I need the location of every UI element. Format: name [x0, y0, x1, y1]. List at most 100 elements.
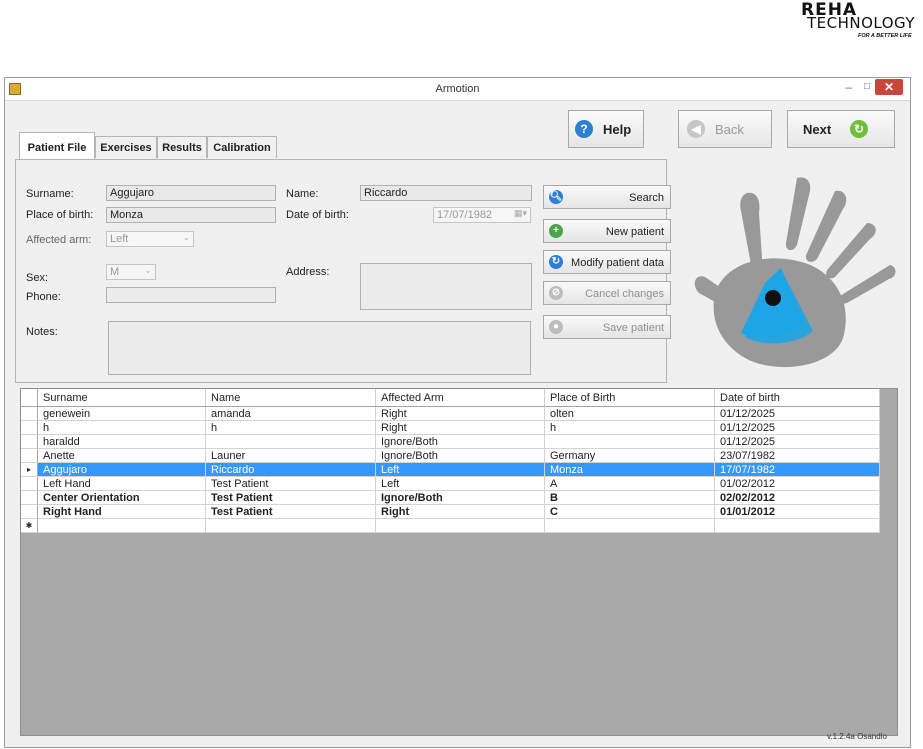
back-button[interactable]: ◀ Back: [678, 110, 772, 148]
modify-label: Modify patient data: [571, 257, 664, 269]
table-row[interactable]: h h Right h 01/12/2025: [21, 420, 880, 435]
table-cell[interactable]: [544, 434, 715, 449]
name-field[interactable]: Riccardo: [360, 185, 532, 201]
palm-dot: [765, 290, 781, 306]
table-cell[interactable]: [714, 518, 880, 533]
next-button[interactable]: Next ↻: [787, 110, 895, 148]
col-name[interactable]: Name: [205, 389, 376, 407]
modify-patient-button[interactable]: ↻ Modify patient data: [543, 250, 671, 274]
table-cell[interactable]: Left: [375, 476, 545, 491]
table-cell[interactable]: 01/12/2025: [714, 406, 880, 421]
minimize-button[interactable]: –: [841, 81, 857, 95]
table-cell[interactable]: Right: [375, 406, 545, 421]
table-cell[interactable]: 01/12/2025: [714, 420, 880, 435]
table-cell[interactable]: Test Patient: [205, 504, 376, 519]
arm-select[interactable]: Left ⌄: [106, 231, 194, 247]
table-cell[interactable]: h: [205, 420, 376, 435]
table-cell[interactable]: 01/02/2012: [714, 476, 880, 491]
row-header-corner: [21, 389, 38, 407]
patient-table: Surname Name Affected Arm Place of Birth…: [20, 388, 898, 736]
table-cell[interactable]: h: [544, 420, 715, 435]
table-cell[interactable]: A: [544, 476, 715, 491]
table-row[interactable]: Left Hand Test Patient Left A 01/02/2012: [21, 476, 880, 491]
table-row[interactable]: Center Orientation Test Patient Ignore/Bot…: [21, 490, 880, 505]
table-cell[interactable]: [205, 434, 376, 449]
table-cell[interactable]: olten: [544, 406, 715, 421]
close-button[interactable]: ✕: [875, 79, 903, 95]
row-header[interactable]: [21, 504, 38, 519]
phone-field[interactable]: [106, 287, 276, 303]
tab-calibration[interactable]: Calibration: [207, 136, 277, 158]
row-header[interactable]: [21, 420, 38, 435]
notes-field[interactable]: [108, 321, 531, 375]
table-row[interactable]: Anette Launer Ignore/Both Germany 23/07/1982: [21, 448, 880, 463]
table-cell[interactable]: Ignore/Both: [375, 434, 545, 449]
col-surname[interactable]: Surname: [37, 389, 206, 407]
table-cell[interactable]: Left: [375, 462, 545, 477]
dob-picker[interactable]: 17/07/1982 ▦▾: [433, 207, 531, 223]
table-cell[interactable]: Anette: [37, 448, 206, 463]
sex-select[interactable]: M ⌄: [106, 264, 156, 280]
new-patient-button[interactable]: + New patient: [543, 219, 671, 243]
save-patient-button[interactable]: ● Save patient: [543, 315, 671, 339]
address-field[interactable]: [360, 263, 532, 310]
row-header[interactable]: [21, 490, 38, 505]
table-cell[interactable]: 17/07/1982: [714, 462, 880, 477]
table-cell[interactable]: haraldd: [37, 434, 206, 449]
maximize-button[interactable]: □: [859, 81, 875, 95]
table-cell[interactable]: Test Patient: [205, 476, 376, 491]
table-cell[interactable]: 23/07/1982: [714, 448, 880, 463]
table-cell[interactable]: Aggujaro: [37, 462, 206, 477]
tab-results[interactable]: Results: [157, 136, 207, 158]
table-cell[interactable]: Germany: [544, 448, 715, 463]
table-cell[interactable]: [37, 518, 206, 533]
table-cell[interactable]: Right: [375, 504, 545, 519]
surname-field[interactable]: Aggujaro: [106, 185, 276, 201]
table-cell[interactable]: C: [544, 504, 715, 519]
surname-label: Surname:: [26, 188, 74, 200]
table-cell[interactable]: Monza: [544, 462, 715, 477]
table-cell[interactable]: Launer: [205, 448, 376, 463]
table-cell[interactable]: Center Orientation: [37, 490, 206, 505]
row-header[interactable]: [21, 406, 38, 421]
table-cell[interactable]: B: [544, 490, 715, 505]
refresh-icon: ↻: [549, 255, 563, 269]
cancel-changes-button[interactable]: ⊘ Cancel changes: [543, 281, 671, 305]
table-cell[interactable]: [205, 518, 376, 533]
tab-exercises[interactable]: Exercises: [95, 136, 157, 158]
table-row[interactable]: ▸ Aggujaro Riccardo Left Monza 17/07/1982: [21, 462, 880, 477]
table-cell[interactable]: genewein: [37, 406, 206, 421]
table-cell[interactable]: Right Hand: [37, 504, 206, 519]
table-cell[interactable]: amanda: [205, 406, 376, 421]
row-header[interactable]: ▸: [21, 462, 38, 477]
row-header[interactable]: [21, 434, 38, 449]
tab-patient-file[interactable]: Patient File: [19, 132, 95, 160]
table-cell[interactable]: h: [37, 420, 206, 435]
birthplace-field[interactable]: Monza: [106, 207, 276, 223]
table-cell[interactable]: 02/02/2012: [714, 490, 880, 505]
table-cell[interactable]: Right: [375, 420, 545, 435]
arm-value: Left: [110, 233, 129, 245]
table-row[interactable]: Right Hand Test Patient Right C 01/01/2012: [21, 504, 880, 519]
help-icon: ?: [575, 120, 593, 138]
table-cell[interactable]: 01/12/2025: [714, 434, 880, 449]
table-cell[interactable]: Ignore/Both: [375, 448, 545, 463]
table-row[interactable]: genewein amanda Right olten 01/12/2025: [21, 406, 880, 421]
table-cell[interactable]: Ignore/Both: [375, 490, 545, 505]
table-cell[interactable]: Test Patient: [205, 490, 376, 505]
table-cell[interactable]: [544, 518, 715, 533]
search-button[interactable]: 🔍︎ Search: [543, 185, 671, 209]
table-cell[interactable]: 01/01/2012: [714, 504, 880, 519]
table-cell[interactable]: Riccardo: [205, 462, 376, 477]
table-cell[interactable]: [375, 518, 545, 533]
help-button[interactable]: ? Help: [568, 110, 644, 148]
row-header[interactable]: [21, 476, 38, 491]
row-header[interactable]: [21, 448, 38, 463]
col-date-of-birth[interactable]: Date of birth: [714, 389, 880, 407]
table-row[interactable]: haraldd Ignore/Both 01/12/2025: [21, 434, 880, 449]
new-row[interactable]: ✱: [21, 518, 880, 533]
col-place-of-birth[interactable]: Place of Birth: [544, 389, 715, 407]
col-affected-arm[interactable]: Affected Arm: [375, 389, 545, 407]
new-patient-label: New patient: [605, 226, 664, 238]
table-cell[interactable]: Left Hand: [37, 476, 206, 491]
